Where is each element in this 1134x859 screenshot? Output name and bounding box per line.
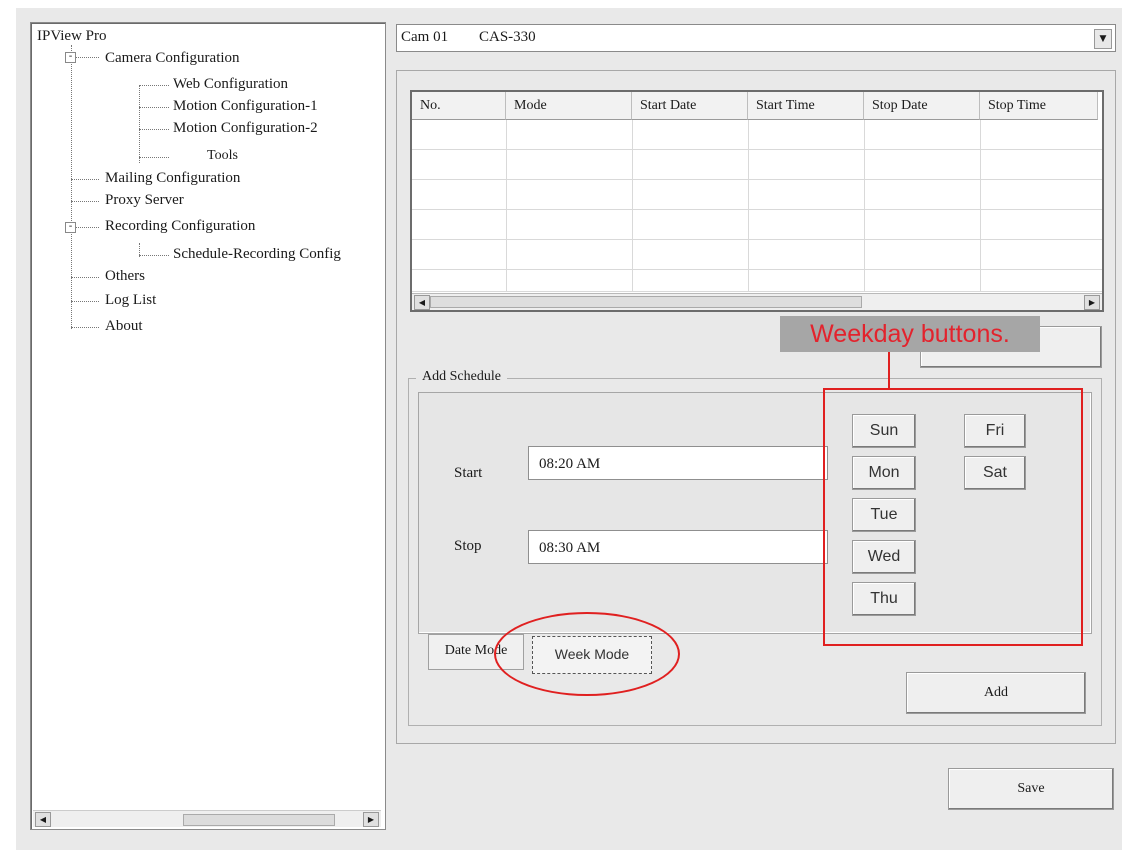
camera-select[interactable]: Cam 01 CAS-330 ▼ bbox=[396, 24, 1116, 52]
table-horizontal-scrollbar[interactable]: ◀ ▶ bbox=[412, 293, 1102, 310]
add-button[interactable]: Add bbox=[906, 672, 1086, 714]
table-row[interactable] bbox=[412, 150, 1102, 180]
tree-item-schedule-recording-config[interactable]: Schedule-Recording Config bbox=[173, 245, 341, 263]
column-header-start-time[interactable]: Start Time bbox=[748, 92, 864, 120]
table-row[interactable] bbox=[412, 120, 1102, 150]
annotation-ellipse bbox=[494, 612, 680, 696]
tree-item-camera-configuration[interactable]: Camera Configuration bbox=[105, 49, 240, 67]
tree-item-tools[interactable]: Tools bbox=[207, 147, 238, 165]
tree-item-motion-configuration-1[interactable]: Motion Configuration-1 bbox=[173, 97, 318, 115]
annotation-connector bbox=[888, 352, 890, 389]
column-header-stop-date[interactable]: Stop Date bbox=[864, 92, 980, 120]
tree-item-mailing-configuration[interactable]: Mailing Configuration bbox=[105, 169, 240, 187]
column-header-mode[interactable]: Mode bbox=[506, 92, 632, 120]
scroll-right-icon[interactable]: ▶ bbox=[363, 812, 379, 827]
collapse-icon[interactable]: - bbox=[65, 222, 76, 233]
scroll-left-icon[interactable]: ◀ bbox=[35, 812, 51, 827]
schedule-table[interactable]: No. Mode Start Date Start Time Stop Date… bbox=[410, 90, 1104, 312]
add-schedule-legend: Add Schedule bbox=[416, 369, 507, 385]
tree-item-proxy-server[interactable]: Proxy Server bbox=[105, 191, 184, 209]
table-row[interactable] bbox=[412, 210, 1102, 240]
scroll-thumb[interactable] bbox=[430, 296, 862, 308]
tree-horizontal-scrollbar[interactable]: ◀ ▶ bbox=[33, 810, 381, 827]
tree-item-others[interactable]: Others bbox=[105, 267, 145, 285]
scroll-thumb[interactable] bbox=[183, 814, 335, 826]
tree-item-about[interactable]: About bbox=[105, 317, 143, 335]
tree-root[interactable]: IPView Pro bbox=[37, 27, 107, 45]
camera-id: Cam 01 bbox=[401, 29, 449, 45]
navigation-tree: IPView Pro - Camera Configuration Web Co… bbox=[30, 22, 386, 830]
tree-item-recording-configuration[interactable]: Recording Configuration bbox=[105, 217, 255, 235]
column-header-start-date[interactable]: Start Date bbox=[632, 92, 748, 120]
start-time-input[interactable]: 08:20 AM bbox=[528, 446, 828, 480]
collapse-icon[interactable]: - bbox=[65, 52, 76, 63]
column-header-no[interactable]: No. bbox=[412, 92, 506, 120]
start-label: Start bbox=[454, 465, 483, 481]
save-button[interactable]: Save bbox=[948, 768, 1114, 810]
tree-item-motion-configuration-2[interactable]: Motion Configuration-2 bbox=[173, 119, 318, 137]
scroll-left-icon[interactable]: ◀ bbox=[414, 295, 430, 310]
stop-label: Stop bbox=[454, 538, 482, 554]
column-header-stop-time[interactable]: Stop Time bbox=[980, 92, 1098, 120]
stop-time-input[interactable]: 08:30 AM bbox=[528, 530, 828, 564]
camera-model: CAS-330 bbox=[479, 29, 536, 45]
chevron-down-icon[interactable]: ▼ bbox=[1094, 29, 1112, 49]
tree-item-web-configuration[interactable]: Web Configuration bbox=[173, 75, 288, 93]
annotation-label: Weekday buttons. bbox=[780, 316, 1040, 352]
table-row[interactable] bbox=[412, 270, 1102, 292]
table-row[interactable] bbox=[412, 240, 1102, 270]
scroll-right-icon[interactable]: ▶ bbox=[1084, 295, 1100, 310]
table-row[interactable] bbox=[412, 180, 1102, 210]
annotation-highlight-box bbox=[823, 388, 1083, 646]
tree-item-log-list[interactable]: Log List bbox=[105, 291, 156, 309]
